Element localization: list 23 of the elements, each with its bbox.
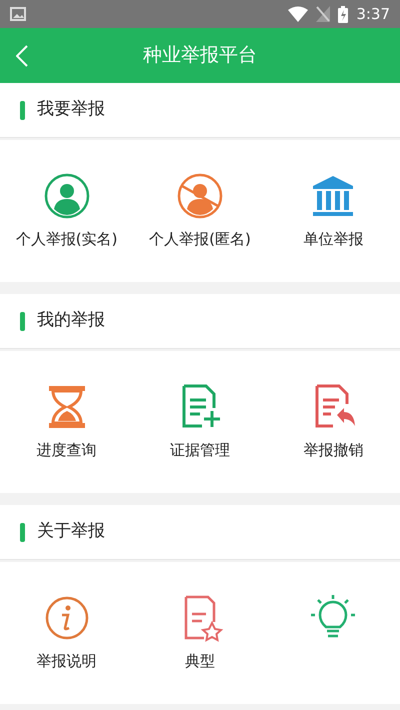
section-accent-bar xyxy=(20,312,25,330)
menu-label[interactable]: 证据管理 xyxy=(170,438,230,462)
person-icon[interactable] xyxy=(42,172,91,220)
section-accent-bar xyxy=(20,522,25,542)
signal-icon xyxy=(316,6,330,22)
menu-label[interactable]: 单位举报 xyxy=(303,228,364,250)
page-title: 种业举报平台 xyxy=(143,44,257,66)
menu-label[interactable]: 个人举报(实名) xyxy=(16,228,118,250)
menu-label[interactable]: 典型 xyxy=(184,650,215,672)
anonymous-person-icon[interactable] xyxy=(176,172,224,220)
battery-icon xyxy=(338,6,348,22)
menu-label[interactable]: 个人举报(匿名) xyxy=(149,228,251,250)
section-accent-bar xyxy=(20,100,25,120)
section-title: 我的举报 xyxy=(37,309,105,332)
menu-label[interactable]: 进度查询 xyxy=(36,438,97,462)
back-icon[interactable] xyxy=(16,44,28,66)
wifi-icon xyxy=(288,6,308,22)
section-title: 关于举报 xyxy=(37,520,105,544)
image-icon xyxy=(10,7,26,21)
menu-label[interactable]: 举报撤销 xyxy=(303,438,364,462)
section-title: 我要举报 xyxy=(37,98,105,122)
status-time: 3:37 xyxy=(356,4,390,25)
menu-label[interactable]: 举报说明 xyxy=(36,650,97,672)
